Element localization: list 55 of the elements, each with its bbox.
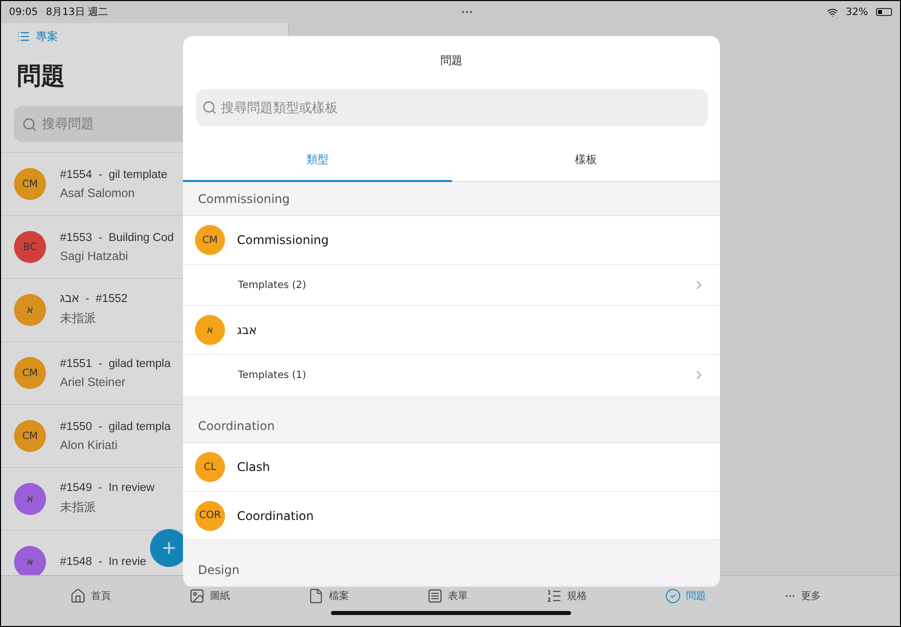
issue-avatar: BC [14,231,46,263]
search-icon [202,100,217,116]
tab-bar-item[interactable]: 表單 [427,588,468,604]
issue-type-item[interactable]: CL Clash [183,443,720,492]
tab-bar-item[interactable]: 更多 [784,588,821,604]
check-circle-icon [665,588,681,604]
section-header: Commissioning [183,182,720,216]
dialog-title: 問題 [440,54,462,67]
issue-avatar: א [14,546,46,575]
issue-assignee: Sagi Hatzabi [60,248,130,262]
type-avatar: CL [195,452,225,482]
issue-assignee: Alon Kiriati [60,438,118,452]
issue-assignee: Ariel Steiner [60,374,126,388]
issue-title: #1549 - In review [60,482,155,494]
search-icon [22,116,37,132]
wifi-icon [826,6,838,18]
type-avatar: CM [195,225,225,256]
issue-assignee: Asaf Salomon [60,186,136,200]
issue-avatar: CM [14,420,46,452]
issue-assignee: 未指派 [60,499,97,516]
file-icon [308,588,324,604]
issue-assignee: 未指派 [60,310,97,327]
house-icon [70,588,86,604]
picture-icon [189,588,205,604]
issue-avatar: א [14,294,46,326]
list-icon [546,588,562,604]
issue-title: #1548 - In revie [60,556,146,568]
issue-title: #1554 - gil template [60,168,168,180]
issue-title: #1551 - gilad templa [60,358,171,370]
page-title: 問題 [17,61,66,92]
plus-icon [160,539,178,557]
issue-type-item[interactable]: א אבג [183,306,720,355]
issue-avatar: CM [14,168,46,200]
templates-item[interactable]: Templates (2) [183,264,720,306]
list-icon[interactable] [17,30,30,43]
tab-bar-item[interactable]: 圖紙 [189,588,230,604]
type-avatar: COR [195,500,225,531]
section-header: Design [183,540,720,587]
status-time: 09:05 [9,6,38,18]
issue-title: #1550 - gilad templa [60,420,171,432]
issue-avatar: CM [14,357,46,389]
issue-avatar: א [14,483,46,515]
issue-title: #1552 - אבג [60,293,128,305]
issue-title: #1553 - Building Cod [60,232,174,244]
type-avatar: א [195,315,225,346]
status-date: 8月13日 週二 [46,6,108,19]
battery-percent: 32% [846,6,868,18]
battery-icon [876,8,892,16]
dialog-tab[interactable]: 樣板 [452,143,720,182]
issue-type-item[interactable]: CM Commissioning [183,216,720,265]
section-header: Coordination [183,396,720,444]
tab-bar-item[interactable]: 檔案 [308,588,349,604]
tab-bar-item[interactable]: 規格 [546,588,587,604]
tab-bar-item[interactable]: 首頁 [70,588,111,604]
form-icon [427,588,443,604]
